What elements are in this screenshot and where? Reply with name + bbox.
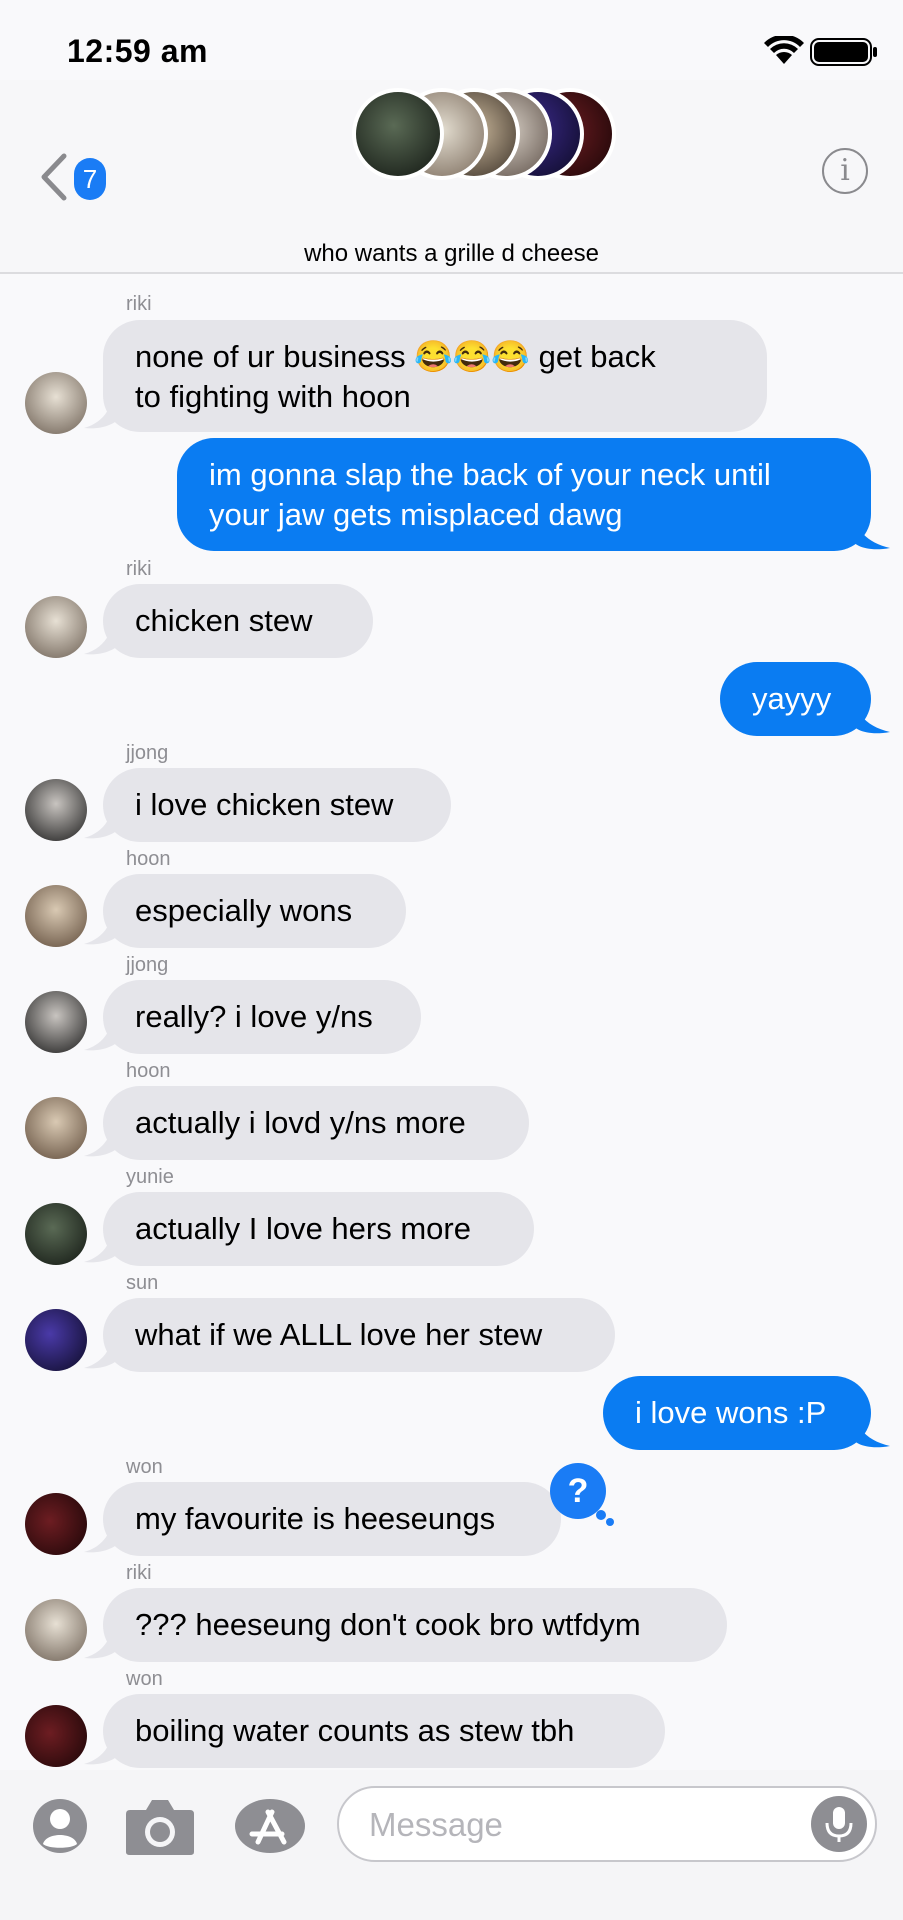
message-bubble[interactable]: yayyy [720,662,871,736]
avatar [25,1309,87,1371]
message-text: ??? heeseung don't cook bro wtfdym [135,1607,641,1642]
message-text: boiling water counts as stew tbh [135,1713,575,1748]
message-placeholder: Message [369,1806,503,1843]
mic-icon [825,1807,853,1842]
avatar [25,885,87,947]
info-icon[interactable]: i [822,148,868,194]
sender-name: riki [126,558,152,580]
message-text: im gonna slap the back of your neck unti… [209,457,771,492]
sender-name: sun [126,1272,159,1294]
message-text: none of ur business 😂😂😂 get back [135,339,656,374]
message-bubble[interactable]: actually i lovd y/ns more [103,1086,529,1160]
avatar [25,1599,87,1661]
message-text: what if we ALLL love her stew [135,1317,543,1352]
sender-name: riki [126,1562,152,1584]
message-text: actually I love hers more [135,1211,471,1246]
avatar [352,88,444,180]
message-text: really? i love y/ns [135,999,373,1034]
avatar [25,1493,87,1555]
message-text: yayyy [752,681,832,716]
avatar [25,596,87,658]
unread-count-badge: 7 [74,158,106,200]
message-bubble[interactable]: what if we ALLL love her stew [103,1298,615,1372]
avatar [25,991,87,1053]
avatar [25,372,87,434]
camera-icon[interactable] [124,1798,196,1856]
message-bubble[interactable]: none of ur business 😂😂😂 get back to figh… [103,320,767,432]
tapback-dot [596,1510,606,1520]
message-bubble[interactable]: i love wons :P [603,1376,871,1450]
message-bubble[interactable]: especially wons [103,874,406,948]
contact-icon[interactable] [32,1798,88,1854]
sender-name: won [126,1456,163,1478]
message-bubble[interactable]: ??? heeseung don't cook bro wtfdym [103,1588,727,1662]
message-bubble[interactable]: chicken stew [103,584,373,658]
message-bubble[interactable]: really? i love y/ns [103,980,421,1054]
avatar [25,1203,87,1265]
message-text: especially wons [135,893,353,928]
message-bubble[interactable]: boiling water counts as stew tbh [103,1694,665,1768]
status-time: 12:59 am [67,33,208,69]
status-bar: 12:59 am [0,0,903,80]
message-bubble[interactable]: im gonna slap the back of your neck unti… [177,438,871,551]
mic-button[interactable] [811,1796,867,1852]
message-bubble[interactable]: i love chicken stew [103,768,451,842]
sender-name: riki [126,293,152,315]
back-chevron-icon [41,153,67,201]
input-bar: Message [0,1770,903,1920]
battery-icon [810,38,877,66]
message-text: your jaw gets misplaced dawg [209,497,623,532]
message-input[interactable]: Message [337,1786,877,1862]
group-avatars[interactable] [352,88,616,180]
sender-name: hoon [126,1060,171,1082]
sender-name: hoon [126,848,171,870]
app-store-icon[interactable] [234,1798,306,1854]
avatar [25,779,87,841]
message-text: chicken stew [135,603,313,638]
group-name[interactable]: who wants a grille d cheese [0,240,903,268]
message-text: my favourite is heeseungs [135,1501,496,1536]
conversation-header: 7 i who wants a grille d cheese [0,80,903,274]
sender-name: jjong [126,742,169,764]
back-button[interactable]: 7 [38,150,112,206]
message-text: i love wons :P [635,1395,827,1430]
avatar [25,1705,87,1767]
message-text: i love chicken stew [135,787,394,822]
tapback-dot [606,1518,614,1526]
message-bubble[interactable]: my favourite is heeseungs [103,1482,561,1556]
message-bubble[interactable]: actually I love hers more [103,1192,534,1266]
sender-name: won [126,1668,163,1690]
sender-name: jjong [126,954,169,976]
wifi-icon [764,36,804,64]
sender-name: yunie [126,1166,174,1188]
message-text: to fighting with hoon [135,379,411,414]
avatar [25,1097,87,1159]
message-text: actually i lovd y/ns more [135,1105,466,1140]
